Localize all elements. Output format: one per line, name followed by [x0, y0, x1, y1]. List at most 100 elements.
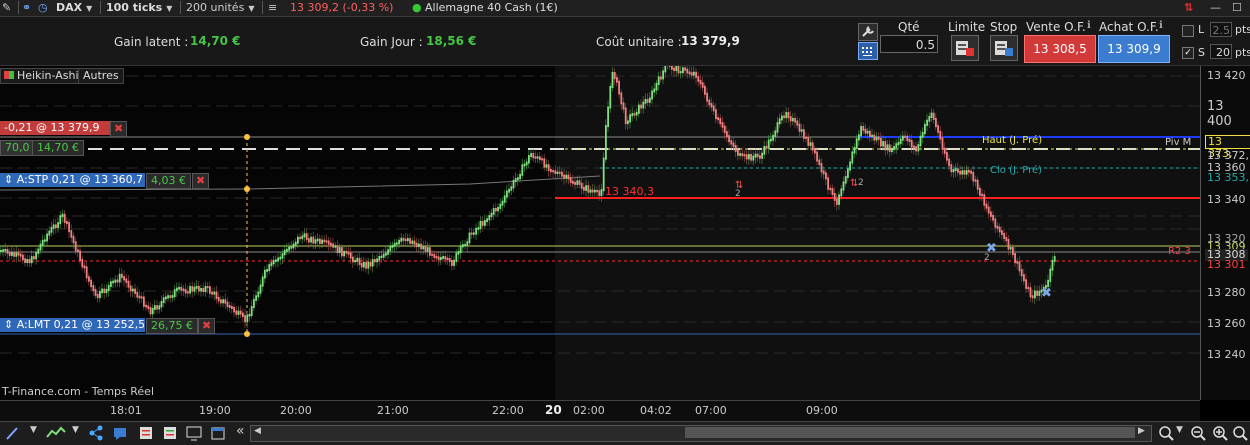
candle — [589, 189, 592, 193]
cancel-stop-icon[interactable]: ✖ — [192, 173, 210, 189]
quantity-mode-label: 200 unités — [186, 1, 245, 14]
legend-others-button[interactable]: Autres — [78, 68, 124, 84]
candle — [941, 137, 944, 150]
chart-legend[interactable]: Heikin-Ashi — [0, 68, 83, 84]
chevron-down-icon[interactable]: ▼ — [72, 425, 79, 435]
option-s-input[interactable]: 20 — [1210, 44, 1232, 59]
scroll-left-icon[interactable]: ◀ — [254, 426, 261, 436]
candle — [184, 289, 187, 294]
keyboard-icon[interactable] — [858, 42, 878, 60]
comment-icon[interactable] — [112, 425, 128, 441]
candle — [578, 180, 581, 185]
list-icon[interactable] — [138, 425, 154, 441]
scroll-right-icon[interactable]: ▶ — [1138, 426, 1145, 436]
candle — [409, 238, 411, 244]
limit-order-tag[interactable]: ⇕ A:LMT 0,21 @ 13 252,5 — [0, 318, 145, 332]
info-icon[interactable]: ℹ — [1159, 20, 1163, 31]
candle — [765, 145, 768, 149]
stop-order-tag[interactable]: ⇕ A:STP 0,21 @ 13 360,7 — [0, 173, 145, 187]
info-icon[interactable]: ℹ — [1087, 20, 1091, 31]
price-axis[interactable]: 13 420 13 400 13 340 13 280 13 260 13 24… — [1200, 66, 1250, 400]
candle — [173, 289, 176, 298]
anchor-point[interactable] — [244, 331, 250, 337]
candle — [642, 101, 645, 109]
chevron-down-icon[interactable]: ▼ — [1176, 425, 1183, 435]
link-icon[interactable]: ⚭ — [22, 0, 31, 15]
candle — [360, 262, 363, 268]
close-position-icon[interactable]: ✖ — [110, 121, 128, 137]
candle — [827, 177, 829, 190]
wrench-icon[interactable] — [858, 23, 878, 41]
candle — [910, 140, 913, 148]
gain-jour-label: Gain Jour : — [360, 35, 423, 49]
candle — [6, 248, 9, 254]
period-selector[interactable]: 100 ticks ▼ — [106, 0, 172, 15]
share-icon[interactable] — [88, 425, 104, 441]
instrument-selector[interactable]: DAX ▼ — [56, 0, 92, 15]
candle — [352, 256, 354, 263]
chevron-down-icon[interactable]: ▼ — [30, 425, 37, 435]
horizontal-scrollbar[interactable]: ◀ ▶ — [250, 425, 1152, 442]
price-chart[interactable]: ✖ ✖ ⇅ ⇅ Piv M Haut (J. Pré) Clo (J. Pré)… — [0, 66, 1200, 400]
option-l-input[interactable]: 2.5 — [1210, 22, 1232, 37]
limit-order-button[interactable] — [951, 35, 979, 61]
screen-icon[interactable] — [186, 425, 202, 441]
candle — [118, 273, 121, 283]
quantity-mode-selector[interactable]: 200 unités ▼ — [186, 0, 254, 15]
cancel-limit-icon[interactable]: ✖ — [198, 318, 216, 334]
window-icon[interactable] — [210, 425, 226, 441]
execution-marker-icon: ✖ — [1041, 286, 1052, 301]
drag-handle-icon[interactable]: ⇕ — [4, 173, 17, 186]
zoom-out-icon[interactable] — [1190, 425, 1206, 441]
zoom-fit-icon[interactable] — [1158, 425, 1174, 441]
candle — [638, 104, 640, 114]
position-gain: 14,70 € — [32, 140, 84, 156]
sell-button[interactable]: 13 308,5 — [1024, 35, 1096, 63]
collapse-icon[interactable]: « — [236, 423, 245, 439]
marker-count: 2 — [984, 253, 990, 263]
candle — [552, 170, 554, 173]
menu-icon[interactable]: ≡ — [268, 0, 277, 15]
cout-unitaire-value: 13 379,9 — [681, 34, 740, 48]
candle — [1038, 290, 1041, 296]
candle — [959, 170, 961, 175]
candle — [664, 66, 667, 73]
candle — [435, 255, 438, 259]
anchor-point[interactable] — [244, 186, 250, 192]
candle — [726, 131, 728, 138]
candle — [992, 214, 994, 221]
anchor-point[interactable] — [244, 134, 250, 140]
orders-icon[interactable] — [162, 425, 178, 441]
position-tag[interactable]: -0,21 @ 13 379,9 — [0, 121, 111, 135]
time-label: 09:00 — [806, 404, 838, 417]
time-axis[interactable]: 18:01 19:00 20:00 21:00 22:00 20 02:00 0… — [0, 400, 1200, 421]
option-l-checkbox[interactable] — [1182, 25, 1194, 37]
buy-button[interactable]: 13 309,9 — [1098, 35, 1170, 63]
up-down-arrows-icon[interactable]: ⇅ — [1184, 0, 1193, 15]
zoom-reset-icon[interactable] — [1232, 425, 1248, 441]
candle — [169, 295, 172, 298]
candle — [457, 250, 460, 255]
stop-order-button[interactable] — [990, 35, 1018, 61]
candle — [253, 298, 255, 308]
maximize-icon[interactable]: ☐ — [1232, 0, 1242, 15]
chart-type-icon[interactable] — [46, 425, 66, 441]
option-s-unit: pts — [1235, 46, 1250, 59]
zoom-in-icon[interactable] — [1212, 425, 1228, 441]
candle — [470, 232, 473, 235]
scrollbar-thumb[interactable] — [685, 427, 1135, 438]
candle — [462, 244, 464, 248]
drag-handle-icon[interactable]: ⇕ — [4, 318, 17, 331]
candle — [979, 187, 981, 196]
clock-icon[interactable]: ◷ — [38, 0, 48, 15]
candle — [145, 304, 147, 308]
cout-unitaire-label: Coût unitaire : — [596, 35, 682, 49]
pencil-icon[interactable]: ✎ — [2, 0, 11, 15]
candle — [825, 172, 827, 180]
draw-tool-icon[interactable] — [4, 425, 20, 441]
quantity-input[interactable]: 0.5 — [880, 35, 938, 53]
candle — [398, 239, 400, 245]
option-s-checkbox[interactable]: ✓ — [1182, 47, 1194, 59]
candle — [600, 189, 603, 197]
minimize-icon[interactable]: — — [1210, 0, 1221, 15]
